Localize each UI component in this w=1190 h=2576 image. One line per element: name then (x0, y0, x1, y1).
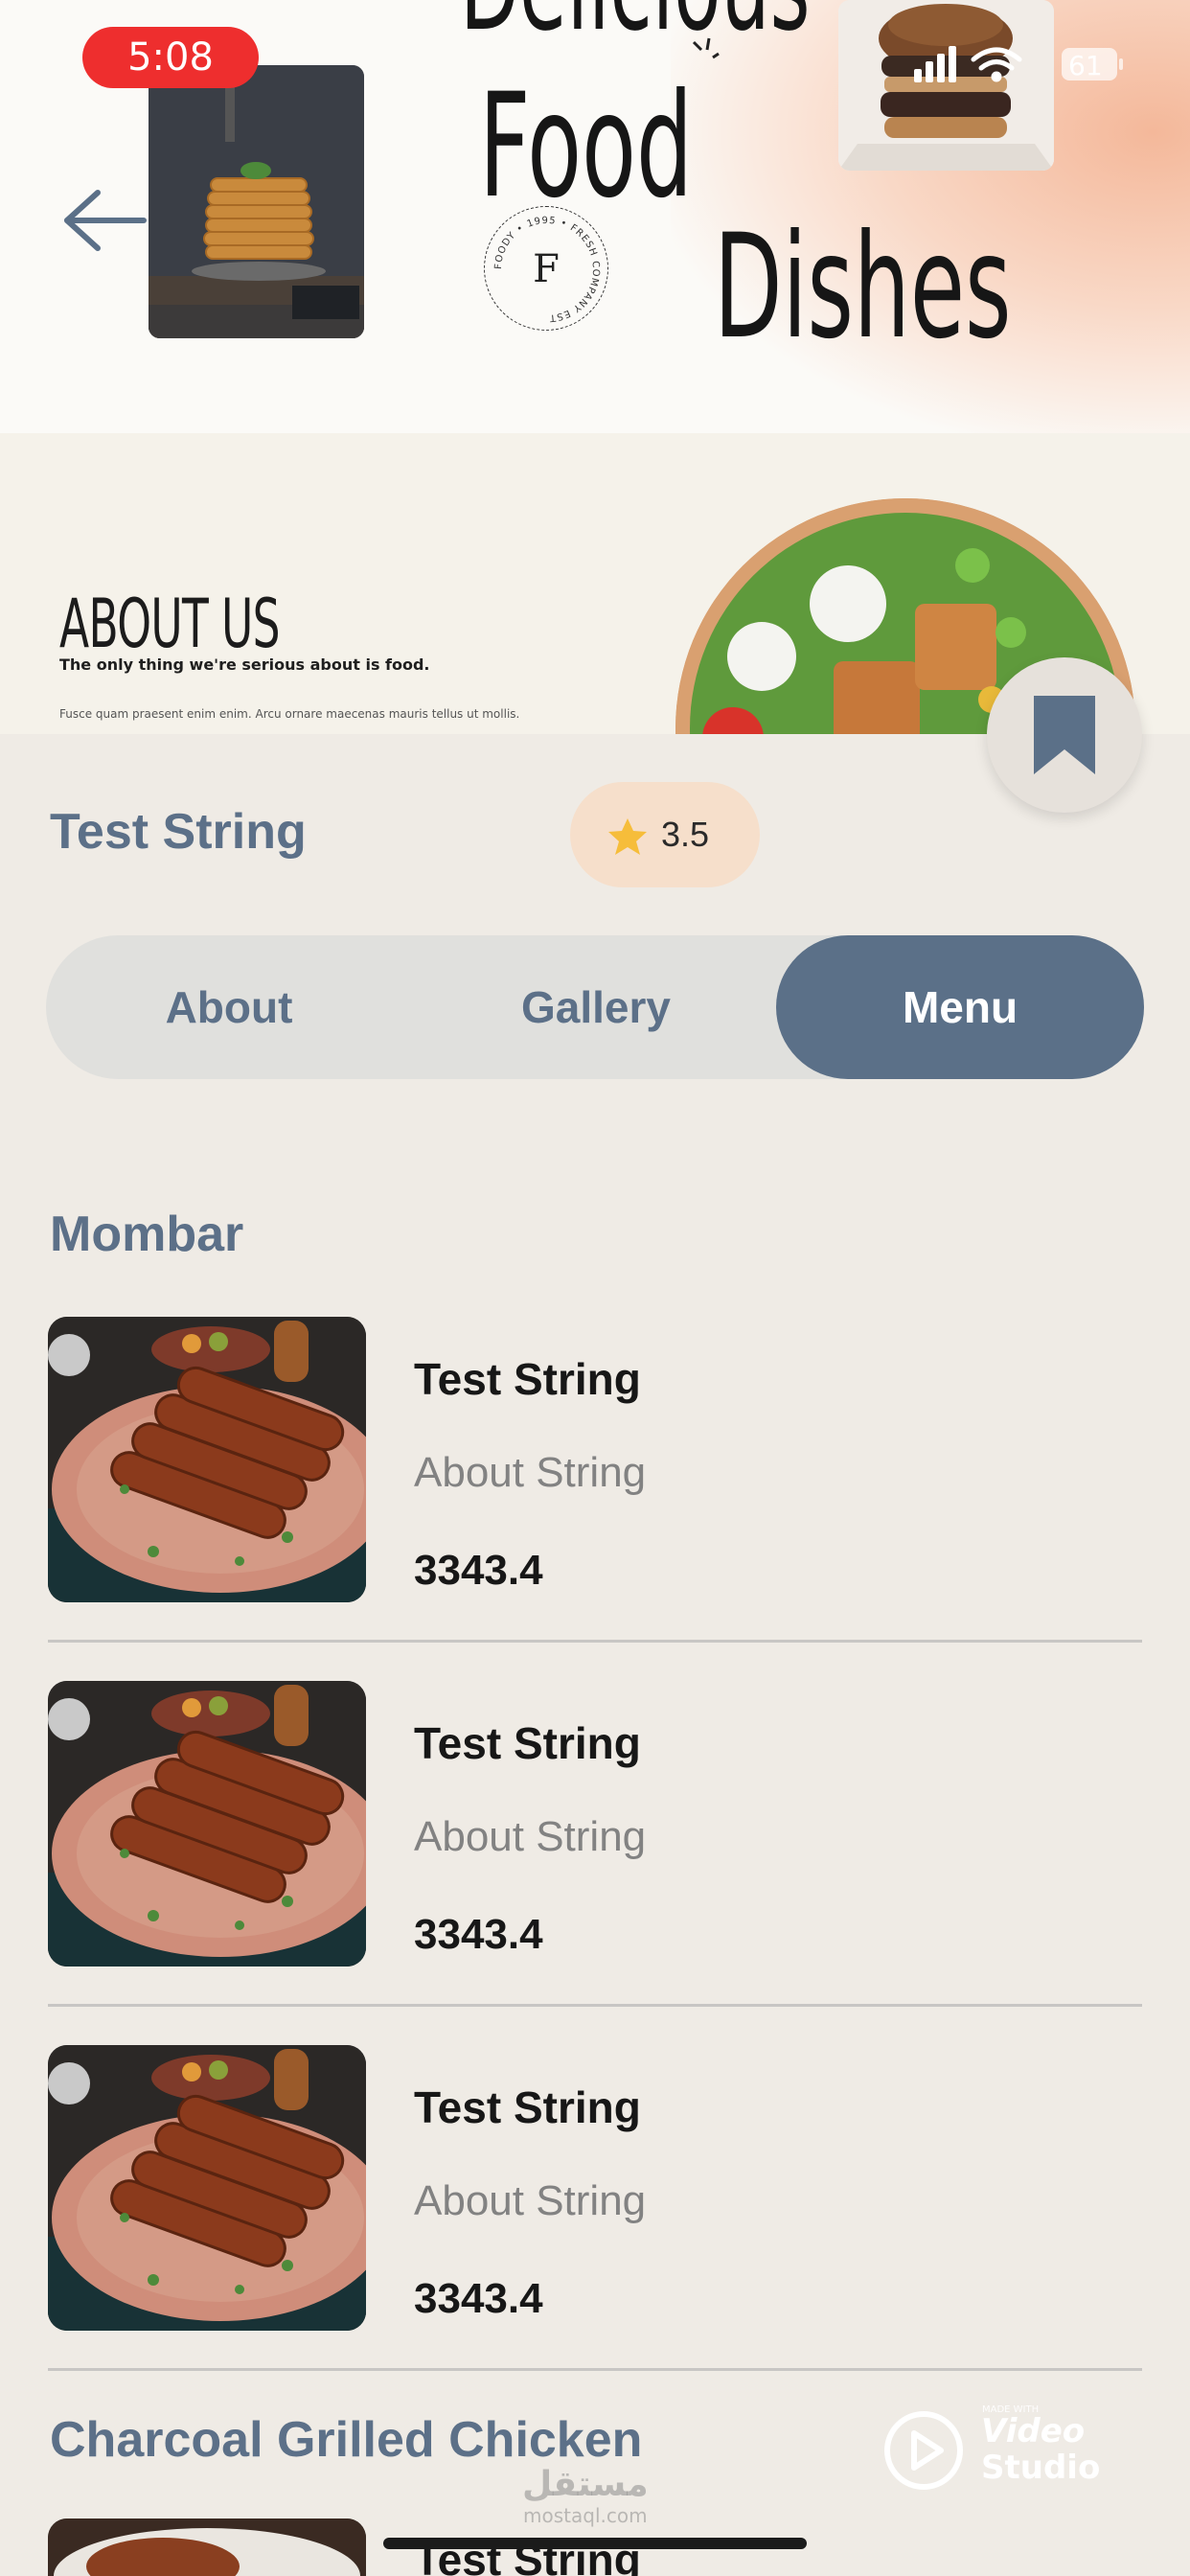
bookmark-button[interactable] (987, 657, 1142, 813)
menu-item-price: 3343.4 (414, 2275, 543, 2322)
home-indicator[interactable] (383, 2538, 807, 2549)
logo-ring: FOODY • 1995 • FRESH COMPANY EST (493, 216, 601, 323)
brand-logo: FOODY • 1995 • FRESH COMPANY EST F (484, 206, 608, 331)
video-studio-watermark: MADE WITH Video Studio (881, 2401, 1111, 2496)
menu-item-name: Test String (414, 1718, 641, 1768)
menu-item-description: About String (414, 2177, 647, 2224)
wifi-icon (971, 47, 1022, 82)
menu-item-description: About String (414, 1449, 647, 1496)
hero-title-top: Delicious (460, 0, 811, 48)
menu-item-name: Test String (414, 2082, 641, 2132)
menu-item[interactable]: Test String About String 3343.4 (48, 1317, 1142, 1604)
menu-item-name: Test String (414, 1354, 641, 1404)
watermark-studio-label: Studio (981, 2449, 1101, 2487)
divider (48, 2368, 1142, 2371)
menu-item-price: 3343.4 (414, 1911, 543, 1958)
svg-text:FOODY • 1995 • FRESH COMPANY E: FOODY • 1995 • FRESH COMPANY EST (493, 216, 601, 323)
restaurant-name: Test String (50, 804, 307, 860)
signal-icon (914, 46, 956, 82)
hero-banner: Delicious Food Dishes (0, 0, 1190, 738)
watermark-video-label: Video (981, 2412, 1086, 2450)
menu-item[interactable]: Test String About String 3343.4 (48, 2045, 1142, 2333)
hero-title-dishes: Dishes (714, 204, 1012, 371)
play-icon (884, 2411, 963, 2490)
back-arrow-icon[interactable] (59, 187, 148, 254)
tab-bar: About Gallery Menu (46, 935, 1144, 1079)
menu-item-image (48, 2045, 366, 2331)
sparkle-decoration (692, 37, 720, 59)
divider (48, 1640, 1142, 1643)
about-heading: ABOUT US (59, 585, 281, 663)
tab-gallery[interactable]: Gallery (412, 935, 780, 1079)
menu-item-image (48, 1681, 366, 1966)
mostaql-watermark: مستقل mostaql.com (522, 2465, 649, 2527)
star-icon (608, 818, 647, 855)
pancake-photo (149, 65, 364, 338)
menu-item-description: About String (414, 1813, 647, 1860)
menu-item-image (48, 1317, 366, 1602)
menu-item-price: 3343.4 (414, 1547, 543, 1594)
rating-value: 3.5 (661, 815, 710, 854)
status-icons: 61 (914, 46, 1123, 82)
battery-icon: 61 (1062, 48, 1123, 81)
hero-title-food: Food (479, 63, 694, 230)
divider (48, 2004, 1142, 2007)
about-tagline: The only thing we're serious about is fo… (59, 656, 430, 674)
tab-about[interactable]: About (46, 935, 412, 1079)
tab-menu[interactable]: Menu (776, 935, 1144, 1079)
watermark-url: mostaql.com (523, 2504, 648, 2527)
status-time: 5:08 (82, 27, 259, 88)
menu-item-image (48, 2518, 366, 2576)
svg-text:61: 61 (1068, 50, 1103, 81)
menu-section-title: Charcoal Grilled Chicken (50, 2412, 643, 2468)
menu-item[interactable]: Test String About String 3343.4 (48, 1681, 1142, 1968)
about-body-text: Fusce quam praesent enim enim. Arcu orna… (59, 707, 520, 721)
menu-section-title: Mombar (50, 1207, 244, 1262)
rating-badge: 3.5 (570, 782, 760, 887)
bookmark-icon (1034, 696, 1095, 774)
watermark-arabic: مستقل (522, 2465, 649, 2504)
